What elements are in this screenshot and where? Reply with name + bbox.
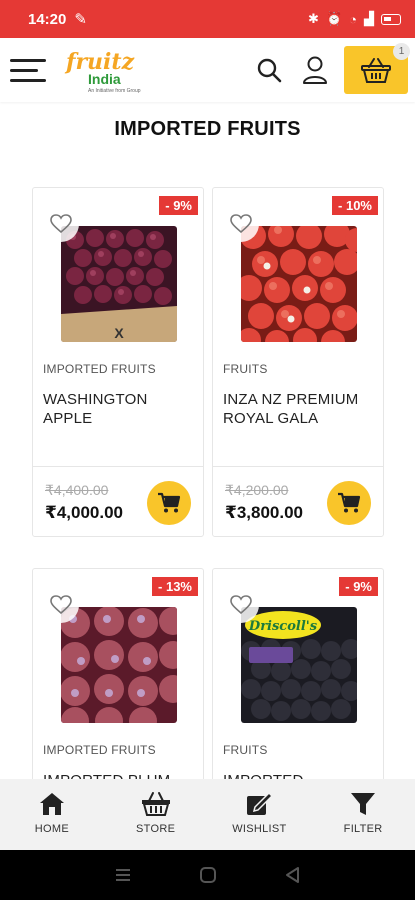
cart-count-badge: 1 bbox=[393, 43, 410, 60]
product-name[interactable]: WASHINGTON APPLE bbox=[43, 390, 193, 428]
nav-filter-label: FILTER bbox=[343, 823, 383, 835]
product-original-price: ₹4,200.00 bbox=[225, 482, 289, 498]
store-basket-icon bbox=[141, 792, 170, 816]
menu-icon-bar bbox=[10, 69, 38, 72]
signal-icon: ▟ bbox=[364, 11, 374, 26]
wishlist-button[interactable] bbox=[43, 587, 79, 623]
home-icon bbox=[39, 793, 64, 815]
status-bar: 14:20 ✎ ✱ ⏰ ◔ ▟ bbox=[0, 0, 415, 38]
product-category: FRUITS bbox=[223, 362, 268, 376]
nav-home-label: HOME bbox=[34, 823, 69, 835]
add-to-cart-button[interactable] bbox=[327, 481, 371, 525]
wishlist-button[interactable] bbox=[43, 206, 79, 242]
account-button[interactable] bbox=[292, 47, 338, 93]
cart-icon bbox=[338, 492, 361, 513]
product-image[interactable]: X bbox=[61, 226, 177, 342]
alarm-icon: ⏰ bbox=[325, 11, 343, 26]
wishlist-button[interactable] bbox=[223, 587, 259, 623]
product-name[interactable]: IMPORTED PLUM bbox=[43, 771, 193, 779]
discount-badge: - 10% bbox=[332, 196, 378, 215]
recent-apps-icon[interactable] bbox=[114, 867, 132, 883]
menu-icon-bar bbox=[10, 59, 46, 62]
card-divider bbox=[33, 466, 203, 467]
product-price: ₹3,800.00 bbox=[225, 503, 304, 522]
svg-text:X: X bbox=[114, 325, 124, 341]
logo-text-sub: India bbox=[88, 71, 121, 87]
wishlist-button[interactable] bbox=[223, 206, 259, 242]
back-icon[interactable] bbox=[284, 866, 302, 884]
card-divider bbox=[213, 466, 383, 467]
cart-icon bbox=[158, 492, 181, 513]
product-grid: X - 9% IMPORTED FRUITS WASHINGTON APPLE … bbox=[32, 187, 384, 779]
discount-badge: - 9% bbox=[159, 196, 198, 215]
user-icon bbox=[303, 56, 327, 84]
system-navigation-bar bbox=[0, 850, 415, 900]
add-to-cart-button[interactable] bbox=[147, 481, 191, 525]
product-card[interactable]: - 13% IMPORTED FRUITS IMPORTED PLUM bbox=[32, 568, 204, 779]
product-image[interactable] bbox=[61, 607, 177, 723]
product-name[interactable]: IMPORTED bbox=[223, 771, 373, 779]
heart-icon bbox=[50, 214, 72, 234]
nav-filter[interactable]: FILTER bbox=[311, 779, 415, 850]
page-title: IMPORTED FRUITS bbox=[114, 118, 301, 140]
status-notification-icon: ✎ bbox=[74, 11, 87, 28]
basket-icon bbox=[361, 58, 391, 83]
app-header: fruitz India An Initiative from Group 1 bbox=[0, 38, 415, 102]
product-card[interactable]: Driscoll's - 9% FRUITS IMPORTED bbox=[212, 568, 384, 779]
product-category: IMPORTED FRUITS bbox=[43, 743, 156, 757]
nav-store[interactable]: STORE bbox=[104, 779, 208, 850]
menu-icon-bar bbox=[10, 79, 46, 82]
battery-icon bbox=[381, 13, 401, 25]
filter-icon bbox=[351, 793, 376, 815]
heart-icon bbox=[230, 595, 252, 615]
nav-store-label: STORE bbox=[136, 823, 176, 835]
search-button[interactable] bbox=[246, 47, 292, 93]
search-icon bbox=[257, 58, 282, 83]
product-category: IMPORTED FRUITS bbox=[43, 362, 156, 376]
cart-button[interactable]: 1 bbox=[344, 43, 410, 94]
menu-button[interactable] bbox=[10, 55, 48, 85]
nav-wishlist[interactable]: WISHLIST bbox=[208, 779, 312, 850]
heart-icon bbox=[50, 595, 72, 615]
product-original-price: ₹4,400.00 bbox=[45, 482, 109, 498]
nav-home[interactable]: HOME bbox=[0, 779, 104, 850]
wifi-icon: ◔ bbox=[349, 11, 357, 27]
status-icons: ✱ ⏰ ◔ ▟ bbox=[308, 11, 401, 27]
status-time: 14:20 bbox=[28, 10, 67, 28]
product-image[interactable] bbox=[241, 226, 357, 342]
product-card[interactable]: X - 9% IMPORTED FRUITS WASHINGTON APPLE … bbox=[32, 187, 204, 537]
product-category: FRUITS bbox=[223, 743, 268, 757]
brand-logo[interactable]: fruitz India An Initiative from Group bbox=[66, 45, 141, 95]
product-image[interactable]: Driscoll's bbox=[241, 607, 357, 723]
heart-icon bbox=[230, 214, 252, 234]
bluetooth-icon: ✱ bbox=[308, 11, 319, 26]
discount-badge: - 9% bbox=[339, 577, 378, 596]
product-price: ₹4,000.00 bbox=[45, 503, 124, 522]
discount-badge: - 13% bbox=[152, 577, 198, 596]
nav-wishlist-label: WISHLIST bbox=[232, 823, 287, 835]
product-name[interactable]: INZA NZ PREMIUM ROYAL GALA bbox=[223, 390, 373, 428]
wishlist-icon bbox=[247, 791, 274, 815]
logo-tagline: An Initiative from Group bbox=[88, 88, 141, 94]
product-card[interactable]: - 10% FRUITS INZA NZ PREMIUM ROYAL GALA … bbox=[212, 187, 384, 537]
bottom-navigation: HOME STORE WISHLIST FILTER bbox=[0, 779, 415, 850]
product-brand-label: Driscoll's bbox=[248, 619, 318, 634]
home-circle-icon[interactable] bbox=[199, 866, 217, 884]
